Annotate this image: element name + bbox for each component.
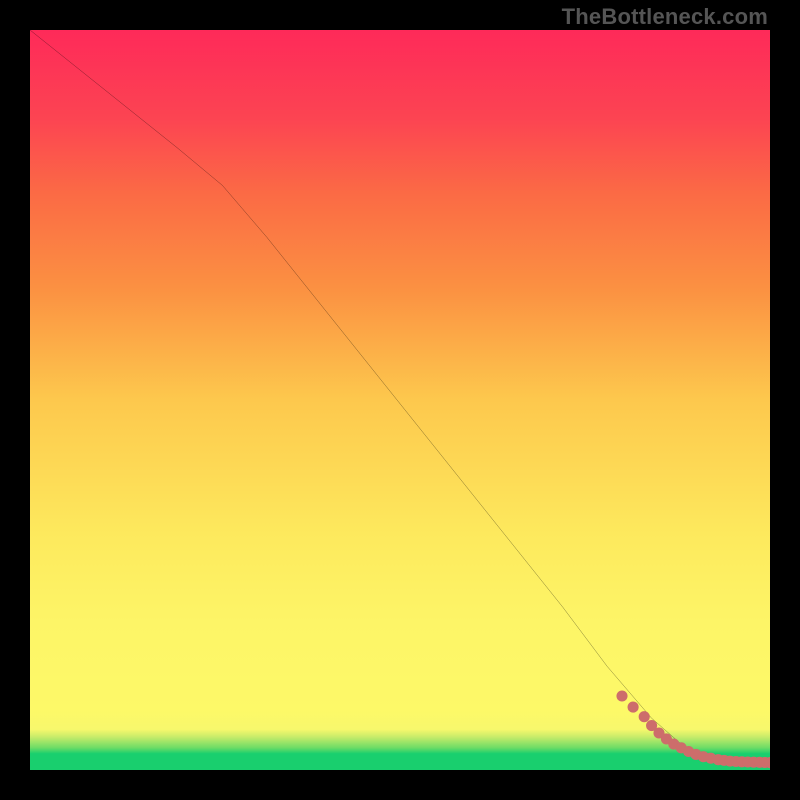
watermark-text: TheBottleneck.com: [562, 4, 768, 30]
marker-point: [639, 711, 650, 722]
marker-point: [628, 702, 639, 713]
curve-line-path: [30, 30, 770, 763]
chart-frame: TheBottleneck.com: [0, 0, 800, 800]
marker-points: [616, 690, 770, 768]
curve-line: [30, 30, 770, 763]
chart-svg: [30, 30, 770, 770]
marker-point: [616, 690, 627, 701]
plot-area: [30, 30, 770, 770]
